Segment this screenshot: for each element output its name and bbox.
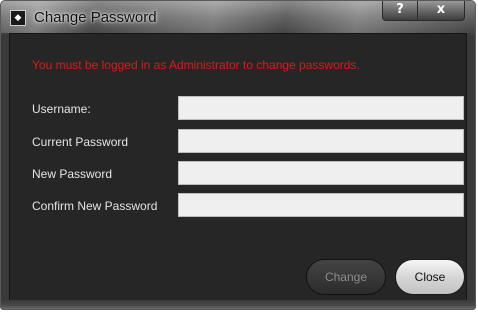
change-password-dialog: ◆ Change Password ? x You must be logged… [0,0,476,310]
username-label: Username: [32,102,91,116]
close-button[interactable]: Close [395,259,465,295]
change-button[interactable]: Change [306,259,386,295]
confirm-password-label: Confirm New Password [32,199,158,213]
window-title: Change Password [34,9,157,26]
current-password-label: Current Password [32,135,129,149]
error-message: You must be logged in as Administrator t… [32,58,360,72]
username-field[interactable] [178,96,464,120]
new-password-field[interactable] [178,161,464,185]
window-close-button[interactable]: x [417,1,465,21]
window-bottom-frame [1,300,475,309]
title-bar[interactable]: ◆ Change Password ? x [1,1,475,33]
app-logo-icon: ◆ [10,10,26,26]
help-button[interactable]: ? [382,1,418,21]
current-password-field[interactable] [178,129,464,153]
confirm-password-field[interactable] [178,193,464,217]
new-password-label: New Password [32,167,113,181]
dialog-body: You must be logged in as Administrator t… [9,33,467,302]
